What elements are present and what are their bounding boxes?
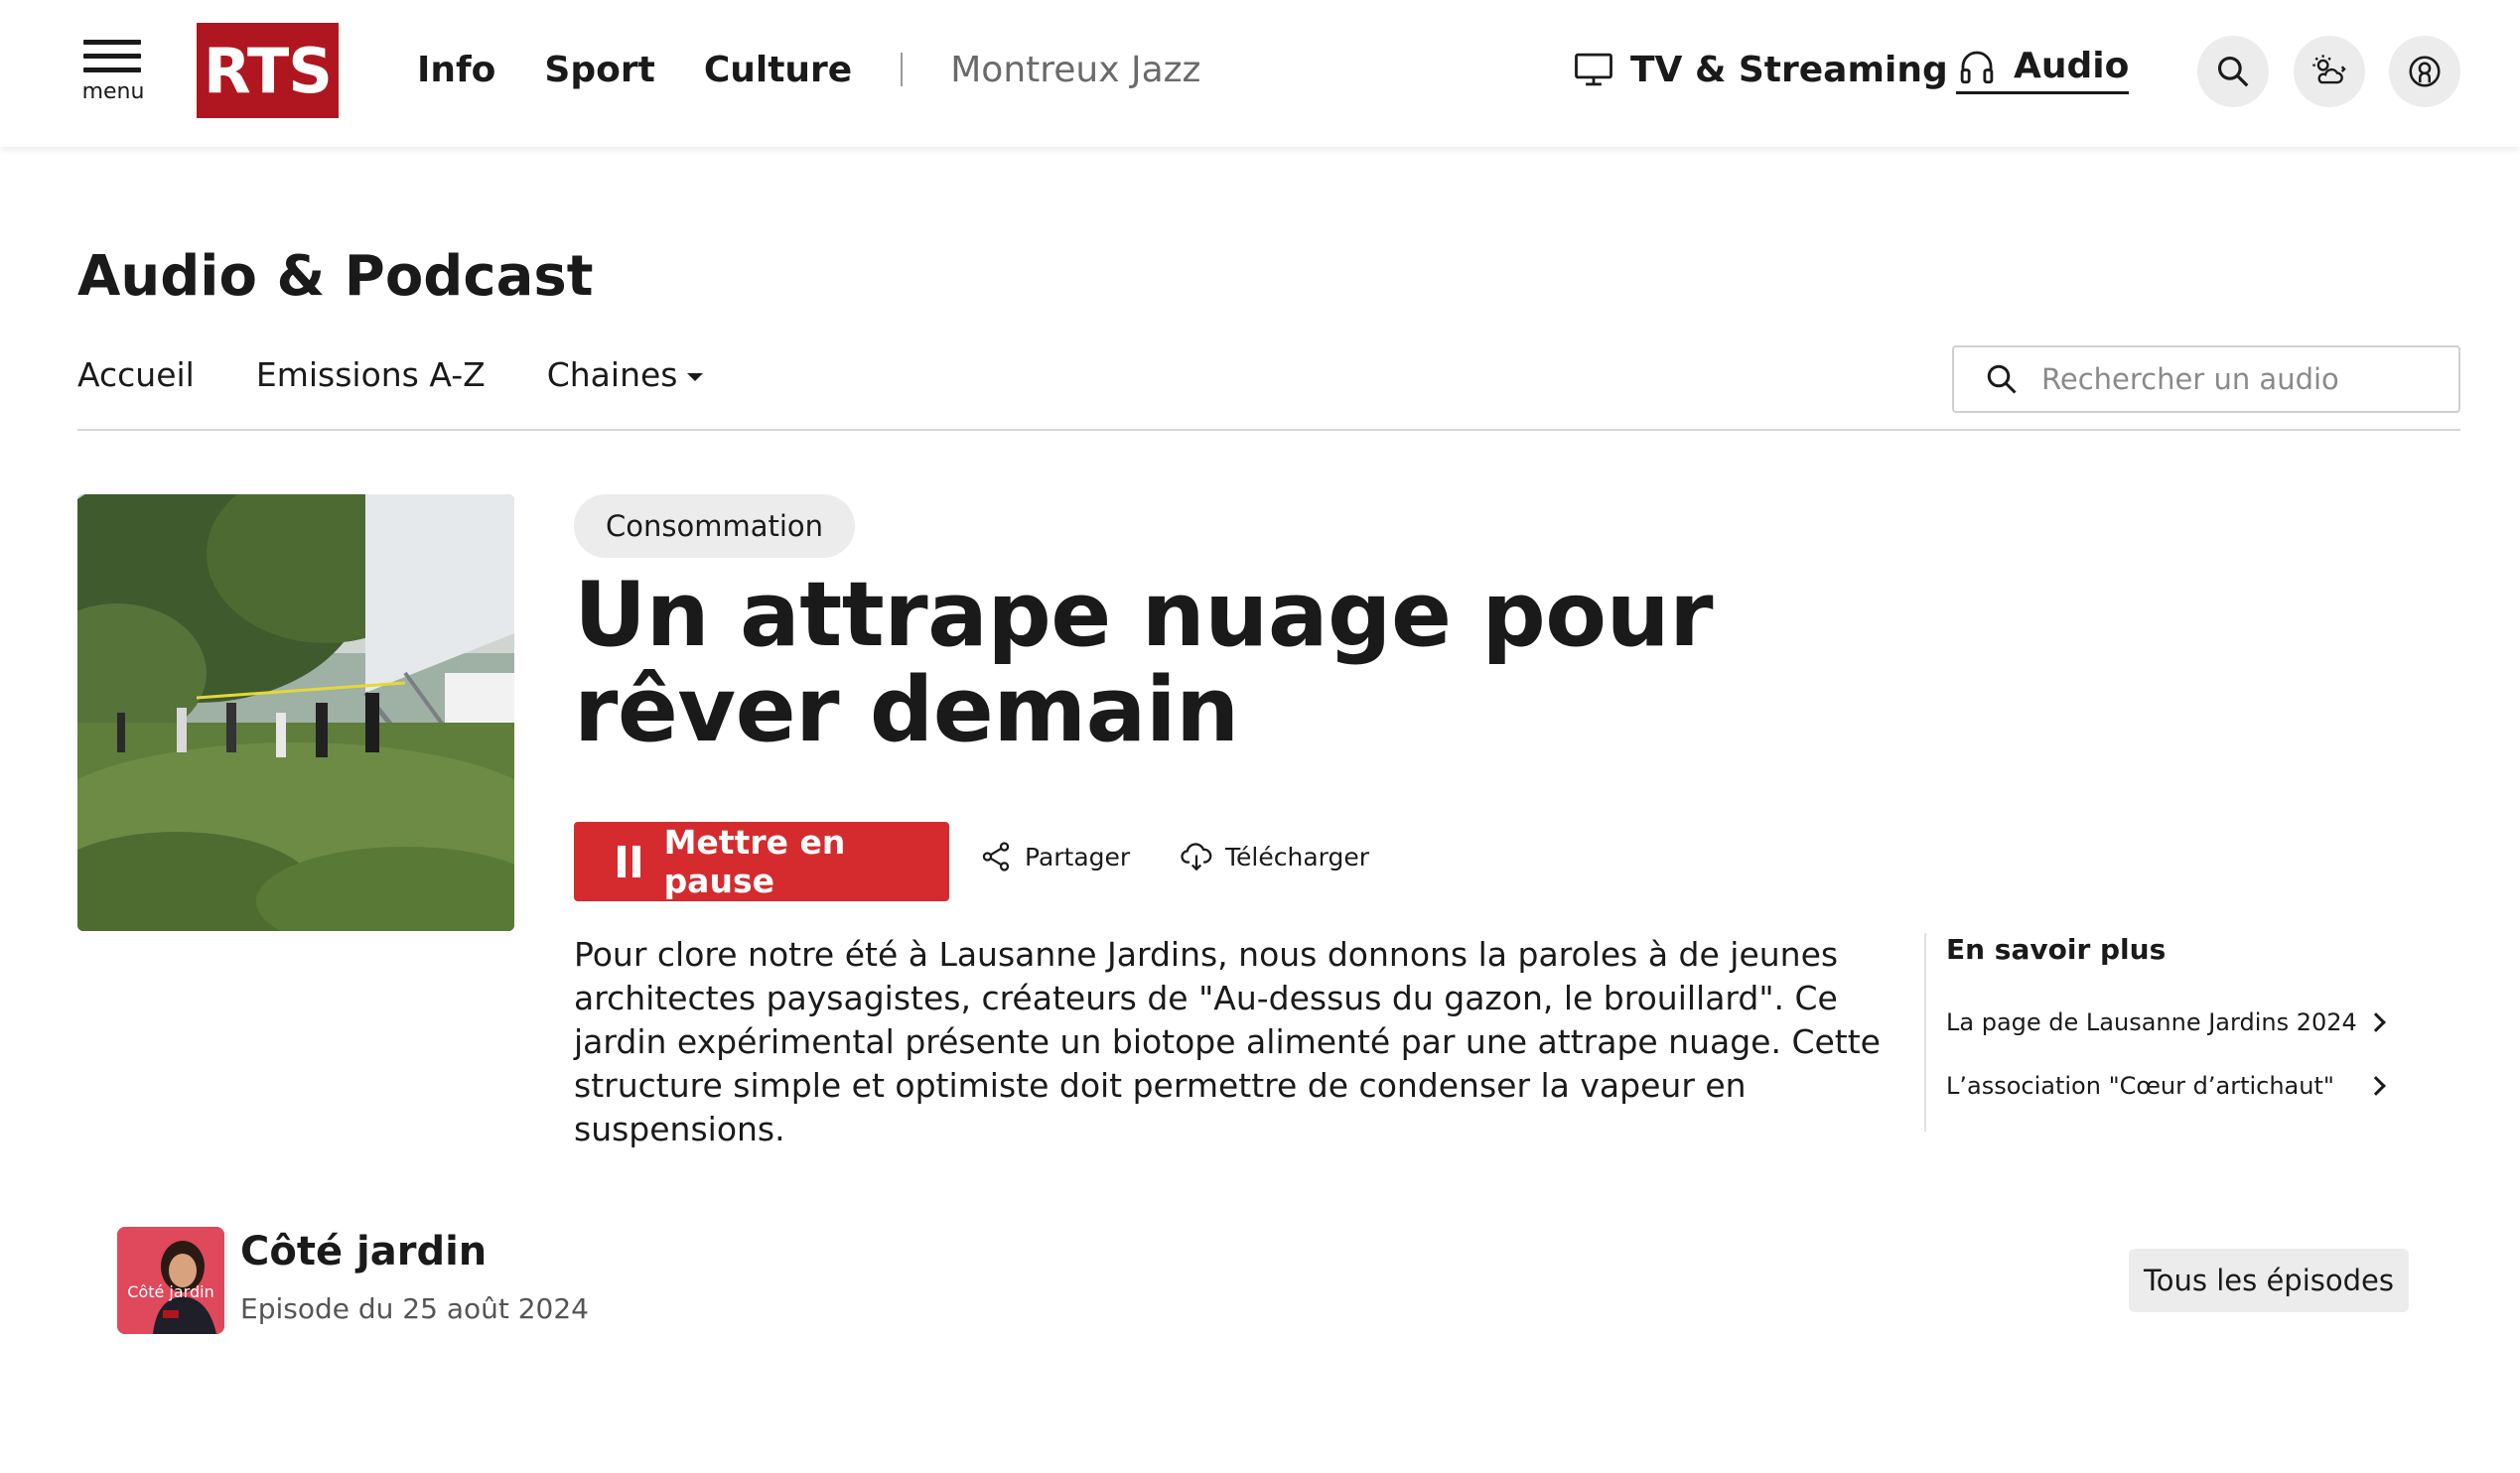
hamburger-icon-line — [83, 54, 141, 59]
weather-icon — [2312, 55, 2346, 84]
hamburger-icon-line — [83, 67, 141, 72]
account-button[interactable] — [2389, 36, 2460, 107]
site-header: menu RTS Info Sport Culture Montreux Jaz… — [0, 0, 2520, 147]
show-thumbnail-text: Côté jardin — [127, 1282, 214, 1301]
nav-montreux-jazz[interactable]: Montreux Jazz — [950, 50, 1200, 90]
subnav-emissions-az[interactable]: Emissions A-Z — [256, 355, 486, 394]
nav-culture[interactable]: Culture — [704, 50, 852, 90]
garden-photo — [77, 494, 514, 931]
pause-button[interactable]: Mettre en pause — [574, 822, 949, 901]
nav-info[interactable]: Info — [417, 50, 495, 90]
page-title: Audio & Podcast — [77, 244, 594, 309]
search-icon — [1987, 364, 2017, 394]
category-tag[interactable]: Consommation — [574, 494, 856, 558]
tv-streaming-nav: TV & Streaming — [1573, 40, 1948, 99]
audio-link[interactable]: Audio — [1956, 46, 2130, 94]
main-nav: Info Sport Culture Montreux Jazz — [417, 44, 1249, 95]
all-episodes-button[interactable]: Tous les épisodes — [2129, 1249, 2409, 1312]
more-link-coeur-artichaut[interactable]: L’association "Cœur d’artichaut" — [1946, 1072, 2393, 1100]
rts-mini-logo — [163, 1310, 179, 1318]
search-icon — [2217, 56, 2249, 87]
more-link-lausanne-jardins[interactable]: La page de Lausanne Jardins 2024 — [1946, 1008, 2393, 1036]
nav-sport[interactable]: Sport — [544, 50, 654, 90]
download-button[interactable]: Télécharger — [1180, 840, 1369, 873]
show-name[interactable]: Côté jardin — [240, 1229, 487, 1274]
chevron-right-icon — [2366, 1076, 2386, 1096]
tv-streaming-label: TV & Streaming — [1630, 49, 1948, 90]
subnav-chaines-dropdown[interactable]: Chaines — [547, 355, 704, 394]
rts-logo[interactable]: RTS — [197, 23, 339, 118]
chevron-right-icon — [2366, 1012, 2386, 1032]
episode-title: Un attrape nuage pour rêver demain — [574, 563, 1714, 762]
hamburger-icon — [83, 40, 141, 45]
more-link-label: L’association "Cœur d’artichaut" — [1946, 1072, 2334, 1100]
share-icon — [982, 842, 1010, 871]
share-label: Partager — [1025, 842, 1131, 871]
menu-label: menu — [81, 79, 145, 104]
subnav-chaines-label: Chaines — [546, 355, 678, 394]
episode-date: Episode du 25 août 2024 — [240, 1292, 589, 1325]
subnav-accueil-label: Accueil — [77, 355, 195, 394]
divider — [77, 429, 2460, 431]
audio-label: Audio — [2014, 46, 2130, 86]
subnav-emissions-label: Emissions A-Z — [255, 355, 486, 394]
audio-nav: Audio — [1956, 40, 2130, 99]
headphones-icon — [1960, 51, 1994, 83]
audio-subnav: Accueil Emissions A-Z Chaines — [77, 355, 765, 394]
episode-cover-image — [77, 494, 514, 931]
show-thumbnail[interactable]: Côté jardin — [117, 1227, 224, 1334]
download-label: Télécharger — [1225, 842, 1370, 871]
share-button[interactable]: Partager — [979, 840, 1130, 873]
menu-button[interactable]: menu — [77, 36, 149, 105]
more-info-title: En savoir plus — [1946, 933, 2167, 966]
tv-icon — [1575, 53, 1612, 86]
nav-divider — [901, 53, 904, 86]
tv-streaming-link[interactable]: TV & Streaming — [1573, 49, 1948, 90]
search-button[interactable] — [2197, 36, 2269, 107]
caret-down-icon — [687, 372, 704, 381]
vertical-divider — [1924, 933, 1926, 1132]
more-link-label: La page de Lausanne Jardins 2024 — [1946, 1008, 2357, 1036]
audio-search — [1952, 345, 2460, 413]
audio-search-input[interactable] — [2041, 362, 2439, 396]
pause-button-label: Mettre en pause — [663, 823, 846, 900]
pause-icon — [618, 846, 640, 877]
cloud-download-icon — [1181, 843, 1212, 871]
weather-button[interactable] — [2294, 36, 2365, 107]
subnav-accueil[interactable]: Accueil — [77, 355, 195, 394]
user-icon — [2409, 56, 2441, 87]
episode-description: Pour clore notre été à Lausanne Jardins,… — [574, 935, 1881, 1148]
